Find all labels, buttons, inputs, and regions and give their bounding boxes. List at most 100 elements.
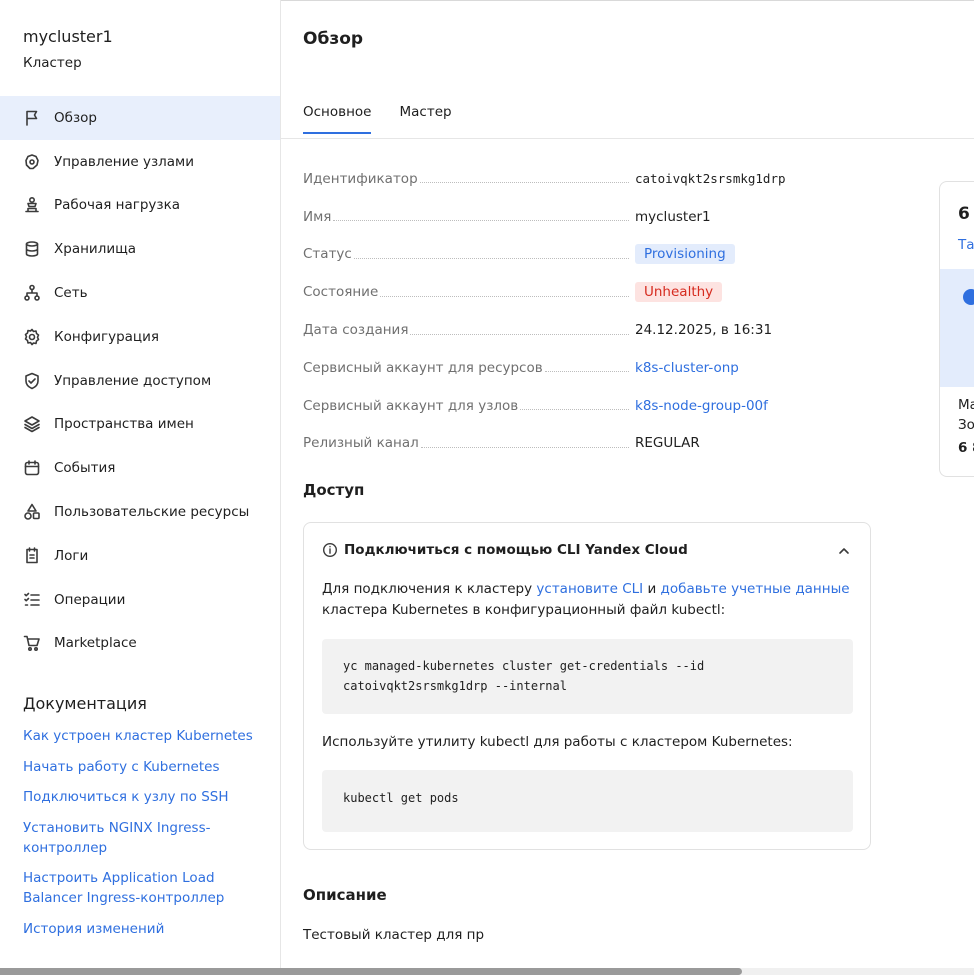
prop-label: Сервисный аккаунт для ресурсов: [303, 359, 543, 376]
prop-label: Идентификатор: [303, 170, 418, 187]
side-card-line: Ма: [958, 397, 974, 413]
prop-label: Имя: [303, 208, 332, 225]
sidebar-item-overview[interactable]: Обзор: [0, 96, 280, 140]
sa-nodes-link[interactable]: k8s-node-group-00f: [635, 398, 768, 414]
prop-row-created: Дата создания 24.12.2025, в 16:31: [303, 311, 883, 349]
release-channel-value: REGULAR: [635, 435, 700, 452]
sidebar-item-label: Управление доступом: [54, 372, 212, 389]
sidebar-item-logs[interactable]: Логи: [0, 534, 280, 578]
docs-links: Как устроен кластер Kubernetes Начать ра…: [23, 726, 263, 949]
prop-label: Релизный канал: [303, 435, 419, 452]
kubectl-usage-text: Используйте утилиту kubectl для работы с…: [322, 734, 793, 750]
doc-link-alb-ingress[interactable]: Настроить Application Load Balancer Ingr…: [23, 868, 263, 908]
sidebar-item-custom-resources[interactable]: Пользовательские ресурсы: [0, 490, 280, 534]
sidebar-item-label: Обзор: [54, 109, 97, 126]
sidebar: mycluster1 Кластер Обзор Управление узла…: [0, 0, 281, 968]
main-content: Обзор Основное Мастер Идентификатор cato…: [281, 0, 974, 968]
cluster-type-label: Кластер: [23, 55, 82, 71]
description-section-title: Описание: [303, 886, 387, 904]
sidebar-item-label: Логи: [54, 547, 89, 564]
sidebar-item-storage[interactable]: Хранилища: [0, 227, 280, 271]
prop-row-id: Идентификатор catoivqkt2srsmkg1drp: [303, 160, 883, 198]
docs-title: Документация: [23, 694, 147, 713]
prop-label: Сервисный аккаунт для узлов: [303, 397, 519, 414]
cluster-name-value: mycluster1: [635, 208, 711, 225]
side-card-link[interactable]: Та: [958, 237, 974, 253]
sidebar-item-nodes[interactable]: Управление узлами: [0, 140, 280, 184]
network-icon: [23, 284, 41, 302]
doc-link-ssh[interactable]: Подключиться к узлу по SSH: [23, 787, 263, 807]
list-check-icon: [23, 591, 41, 609]
sidebar-nav: Обзор Управление узлами Рабочая нагрузка…: [0, 96, 280, 665]
calendar-icon: [23, 459, 41, 477]
code-kubectl-get-pods[interactable]: kubectl get pods: [322, 770, 853, 832]
tab-master[interactable]: Мастер: [399, 104, 451, 134]
summary-side-card: 6 а Та Ма Зо 6 8: [939, 181, 974, 477]
layers-icon: [23, 415, 41, 433]
created-date-value: 24.12.2025, в 16:31: [635, 322, 773, 339]
code-get-credentials[interactable]: yc managed-kubernetes cluster get-creden…: [322, 639, 853, 714]
side-card-heading: 6 а: [958, 204, 974, 224]
tabs: Основное Мастер: [303, 104, 480, 134]
prop-row-state: Состояние Unhealthy: [303, 273, 883, 311]
prop-row-release: Релизный канал REGULAR: [303, 425, 883, 463]
sidebar-item-network[interactable]: Сеть: [0, 271, 280, 315]
doc-link-nginx-ingress[interactable]: Установить NGINX Ingress-контроллер: [23, 818, 263, 858]
sidebar-item-label: Рабочая нагрузка: [54, 197, 181, 214]
scrollbar-thumb[interactable]: [0, 968, 742, 975]
description-text: Тестовый кластер для пр: [303, 927, 485, 943]
sa-resources-link[interactable]: k8s-cluster-onp: [635, 360, 739, 376]
prop-label: Дата создания: [303, 322, 409, 339]
horizontal-scrollbar[interactable]: [0, 968, 974, 975]
chevron-up-icon[interactable]: [836, 543, 852, 559]
sidebar-item-label: Пользовательские ресурсы: [54, 504, 250, 521]
sidebar-item-label: Операции: [54, 591, 126, 608]
doc-link-changelog[interactable]: История изменений: [23, 919, 263, 939]
prop-row-status: Статус Provisioning: [303, 236, 883, 274]
cli-instructions-text: Для подключения к кластеру установите CL…: [322, 581, 850, 618]
status-badge: Provisioning: [635, 244, 735, 265]
doc-link-getting-started[interactable]: Начать работу с Kubernetes: [23, 757, 263, 777]
sidebar-item-label: Marketplace: [54, 635, 137, 652]
sidebar-item-access[interactable]: Управление доступом: [0, 359, 280, 403]
info-badge-icon: [963, 289, 974, 305]
side-card-line: Зо: [958, 417, 974, 433]
cluster-id-value: catoivqkt2srsmkg1drp: [635, 171, 786, 187]
cart-icon: [23, 634, 41, 652]
cli-card-title: Подключиться с помощью CLI Yandex Cloud: [344, 542, 688, 558]
log-icon: [23, 547, 41, 565]
tab-general[interactable]: Основное: [303, 104, 372, 134]
cli-card-header[interactable]: Подключиться с помощью CLI Yandex Cloud: [322, 542, 688, 558]
sidebar-item-events[interactable]: События: [0, 446, 280, 490]
sidebar-item-label: Пространства имен: [54, 416, 194, 433]
sidebar-item-namespaces[interactable]: Пространства имен: [0, 403, 280, 447]
flag-icon: [23, 109, 41, 127]
cli-access-card: Подключиться с помощью CLI Yandex Cloud …: [303, 522, 871, 850]
sidebar-item-label: Сеть: [54, 285, 88, 302]
sidebar-item-operations[interactable]: Операции: [0, 578, 280, 622]
doc-link-k8s-architecture[interactable]: Как устроен кластер Kubernetes: [23, 726, 263, 746]
access-section-title: Доступ: [303, 481, 365, 499]
info-icon: [322, 542, 338, 558]
page-title: Обзор: [303, 29, 364, 49]
shield-check-icon: [23, 372, 41, 390]
gear-icon: [23, 328, 41, 346]
sidebar-item-label: Конфигурация: [54, 328, 159, 345]
prop-row-sa-resources: Сервисный аккаунт для ресурсов k8s-clust…: [303, 349, 883, 387]
sidebar-item-workload[interactable]: Рабочая нагрузка: [0, 184, 280, 228]
prop-label: Статус: [303, 246, 352, 263]
nodes-icon: [23, 153, 41, 171]
properties-list: Идентификатор catoivqkt2srsmkg1drp Имя m…: [303, 160, 883, 462]
prop-label: Состояние: [303, 284, 379, 301]
health-badge: Unhealthy: [635, 282, 723, 303]
sidebar-item-label: События: [54, 460, 116, 477]
sidebar-item-label: Хранилища: [54, 241, 137, 258]
database-icon: [23, 240, 41, 258]
shapes-icon: [23, 503, 41, 521]
prop-row-sa-nodes: Сервисный аккаунт для узлов k8s-node-gro…: [303, 387, 883, 425]
add-credentials-link[interactable]: добавьте учетные данные: [661, 581, 850, 597]
sidebar-item-marketplace[interactable]: Marketplace: [0, 622, 280, 666]
sidebar-item-config[interactable]: Конфигурация: [0, 315, 280, 359]
sidebar-item-label: Управление узлами: [54, 153, 195, 170]
install-cli-link[interactable]: установите CLI: [536, 581, 643, 597]
